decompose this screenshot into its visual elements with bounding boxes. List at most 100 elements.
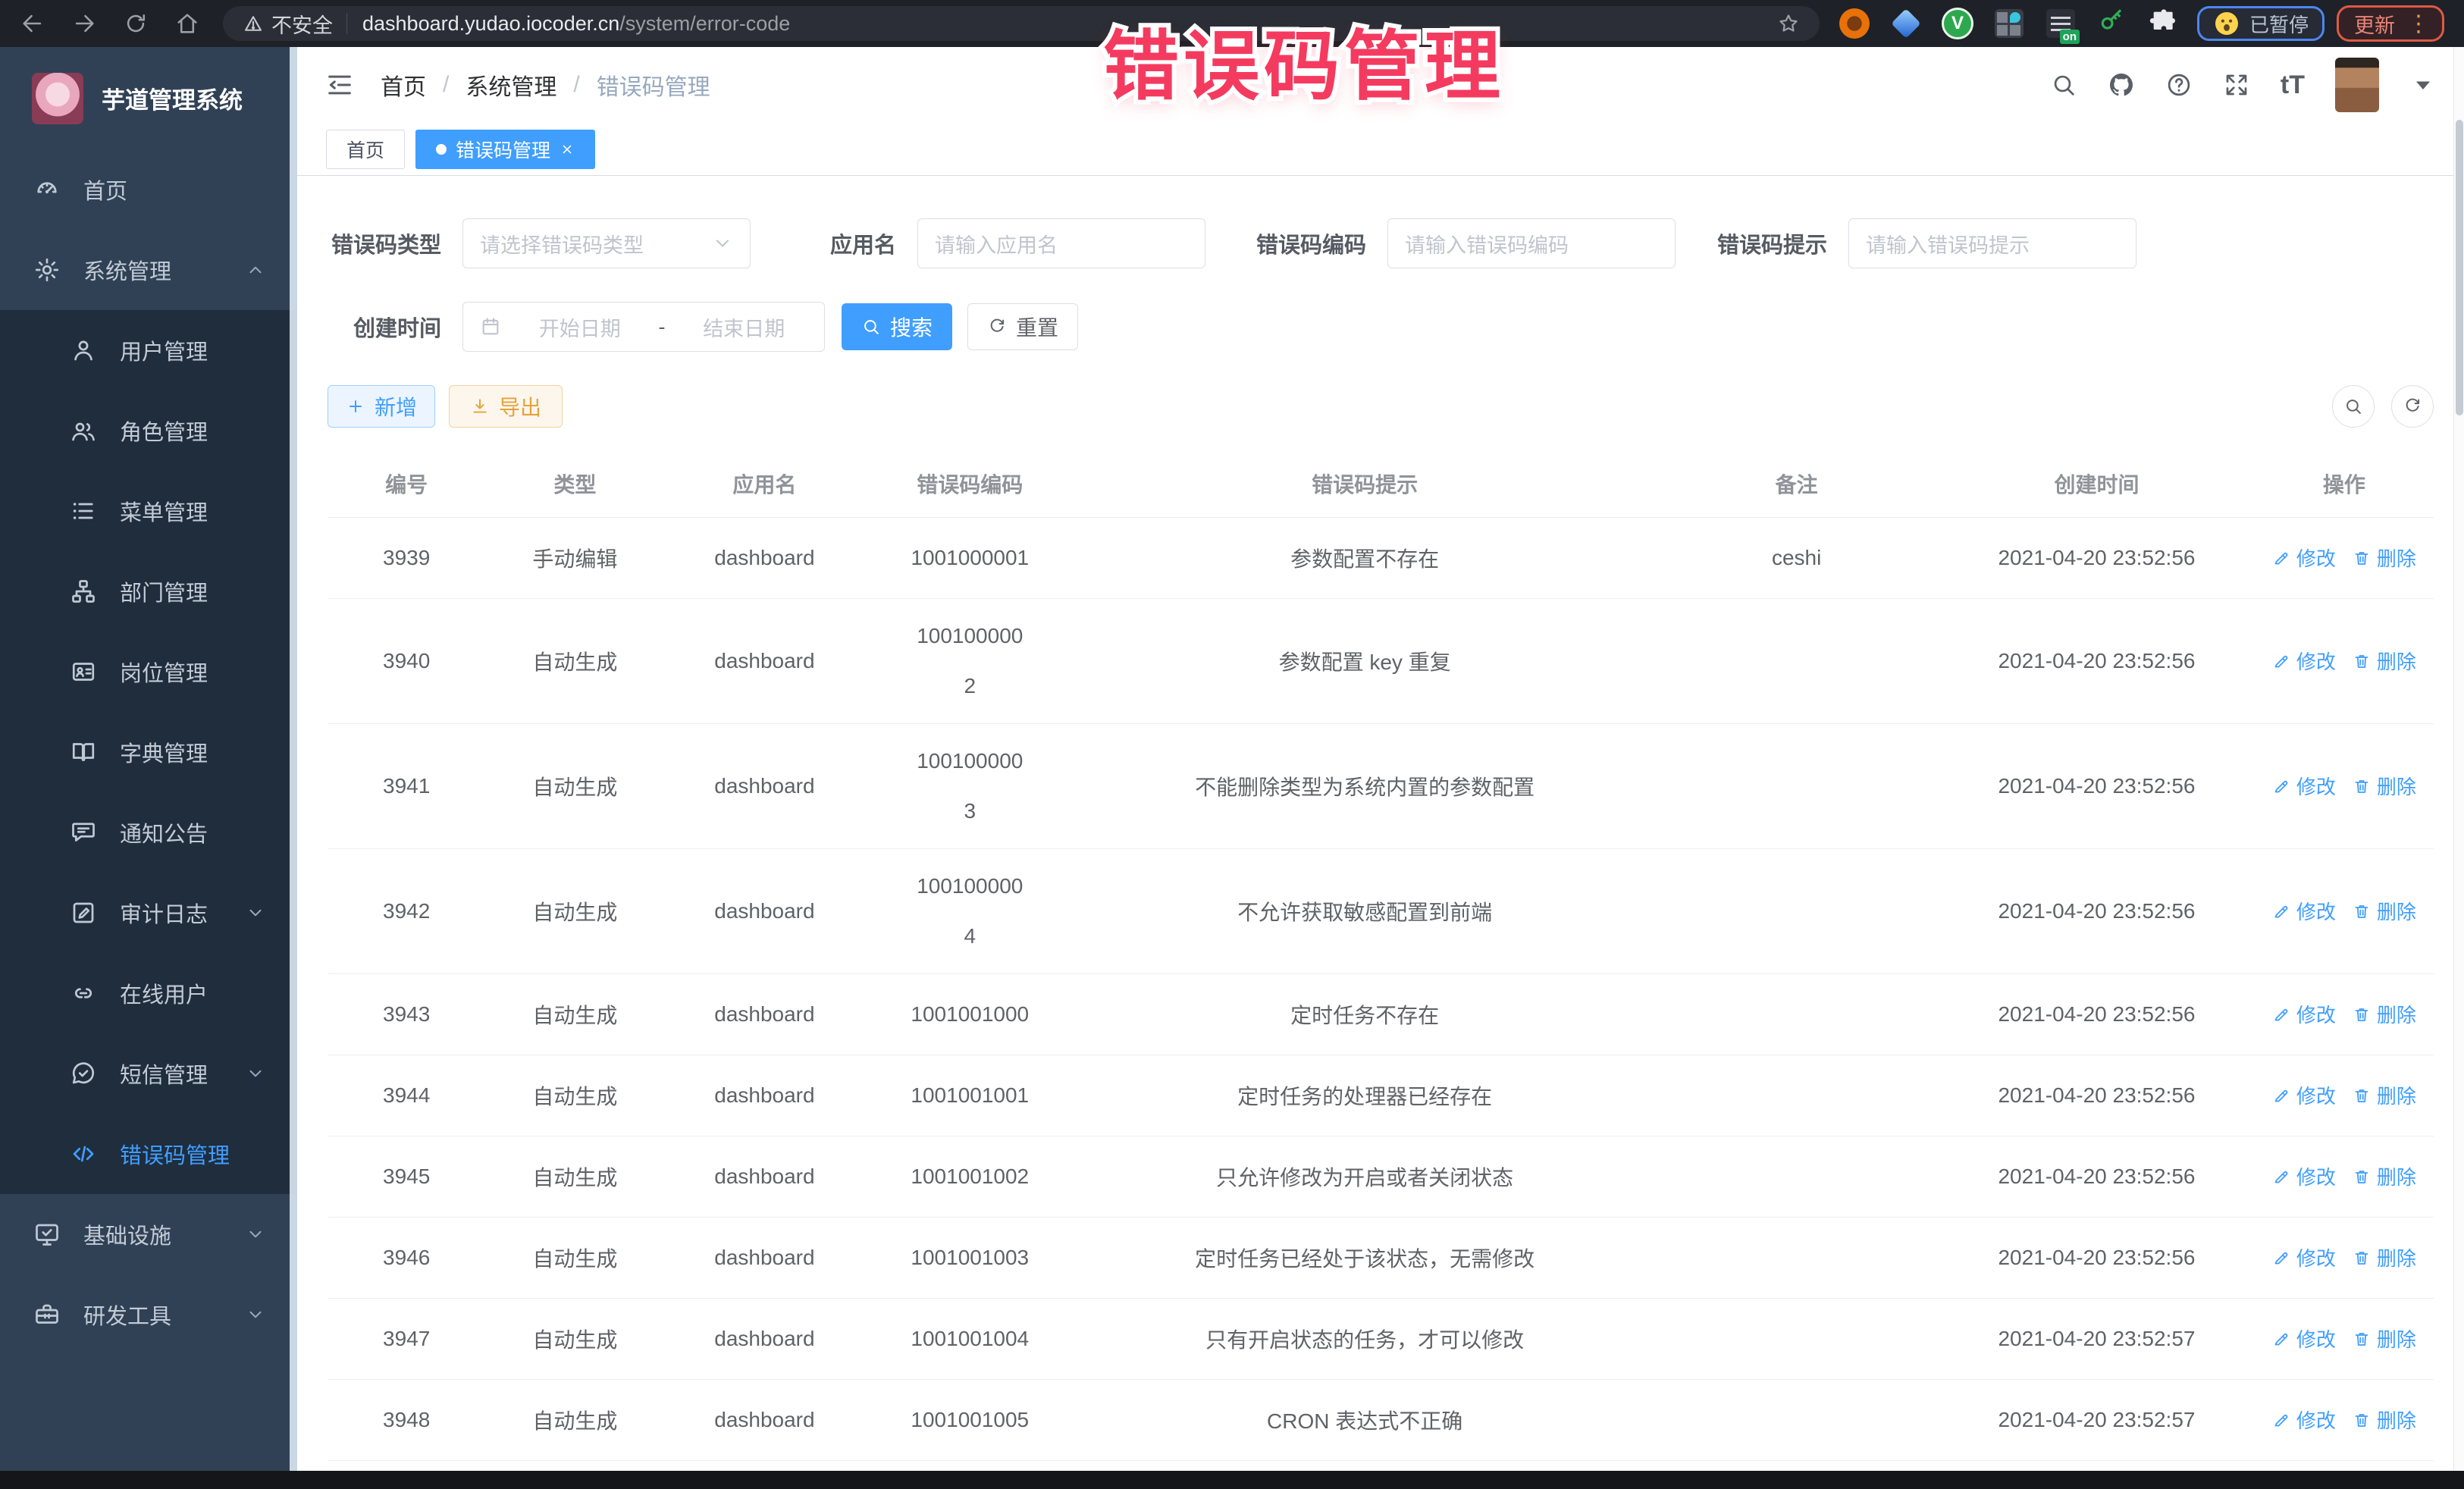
delete-link[interactable]: 删除	[2353, 1081, 2416, 1109]
edit-link[interactable]: 修改	[2272, 1081, 2336, 1109]
delete-link[interactable]: 删除	[2353, 897, 2416, 925]
help-icon[interactable]	[2165, 71, 2193, 99]
sidebar-item-infrastructure[interactable]: 基础设施	[0, 1194, 297, 1274]
back-icon[interactable]	[20, 11, 45, 36]
date-range-picker[interactable]: 开始日期 - 结束日期	[462, 302, 825, 352]
orange-shield-extension[interactable]	[1838, 7, 1871, 40]
browser-update-button[interactable]: 更新 ⋮	[2337, 5, 2444, 42]
browser-menu-icon[interactable]: ⋮	[2407, 11, 2430, 37]
cell-code: 1001001002	[864, 1136, 1075, 1218]
sidebar-item-dev-tools[interactable]: 研发工具	[0, 1274, 297, 1355]
bookmark-star-icon[interactable]	[1777, 12, 1800, 35]
tab-error-code[interactable]: 错误码管理	[415, 130, 595, 169]
grid-extension[interactable]	[1992, 7, 2026, 40]
sidebar-item-dept-management[interactable]: 部门管理	[0, 551, 297, 632]
edit-link[interactable]: 修改	[2272, 1243, 2336, 1271]
sidebar-scrollbar[interactable]	[290, 47, 297, 1471]
delete-link[interactable]: 删除	[2353, 1406, 2416, 1434]
cell-hint: CRON 表达式不正确	[1075, 1380, 1654, 1461]
table-refresh-button[interactable]	[2391, 385, 2434, 428]
table-search-button[interactable]	[2332, 385, 2375, 428]
sidebar-item-menu-management[interactable]: 菜单管理	[0, 471, 297, 551]
cell-app: dashboard	[664, 518, 864, 599]
scrollbar-thumb[interactable]	[2456, 120, 2463, 415]
sidebar-item-system-management[interactable]: 系统管理	[0, 230, 297, 310]
delete-link[interactable]: 删除	[2353, 647, 2416, 675]
sidebar-item-notice-management[interactable]: 通知公告	[0, 792, 297, 873]
edit-link[interactable]: 修改	[2272, 647, 2336, 675]
monitor-check-icon	[33, 1221, 61, 1248]
green-key-extension[interactable]	[2096, 7, 2129, 40]
reload-icon[interactable]	[123, 11, 149, 36]
edit-link[interactable]: 修改	[2272, 772, 2336, 800]
github-icon[interactable]	[2108, 71, 2135, 99]
app-title: 芋道管理系统	[102, 81, 243, 115]
cell-hint: 参数配置不存在	[1075, 518, 1654, 599]
error-code-input[interactable]: 请输入错误码编码	[1387, 218, 1676, 268]
error-hint-input[interactable]: 请输入错误码提示	[1848, 218, 2136, 268]
search-icon[interactable]	[2050, 71, 2077, 99]
forward-icon[interactable]	[71, 11, 97, 36]
paused-extension-pill[interactable]: 已暂停	[2197, 6, 2324, 41]
search-button[interactable]: 搜索	[842, 303, 952, 350]
edit-link[interactable]: 修改	[2272, 1162, 2336, 1190]
app-name-input[interactable]: 请输入应用名	[917, 218, 1205, 268]
delete-link[interactable]: 删除	[2353, 1243, 2416, 1271]
cell-id: 3947	[328, 1299, 485, 1380]
logo[interactable]: 芋道管理系统	[0, 47, 297, 149]
sidebar-item-dict-management[interactable]: 字典管理	[0, 712, 297, 792]
error-type-select[interactable]: 请选择错误码类型	[462, 218, 751, 268]
users-icon	[70, 417, 97, 444]
table-header-row: 编号 类型 应用名 错误码编码 错误码提示 备注 创建时间 操作	[328, 453, 2434, 518]
cell-time: 2021-04-20 23:52:56	[1939, 1055, 2255, 1136]
edit-link[interactable]: 修改	[2272, 1000, 2336, 1028]
sidebar-item-label: 审计日志	[120, 897, 208, 929]
puzzle-extension[interactable]	[2147, 7, 2180, 40]
delete-link[interactable]: 删除	[2353, 772, 2416, 800]
edit-link[interactable]: 修改	[2272, 544, 2336, 572]
page-scrollbar[interactable]	[2453, 47, 2464, 1471]
cell-actions: 修改删除	[2255, 1136, 2434, 1218]
font-size-icon[interactable]: tT	[2281, 71, 2305, 100]
sidebar-item-home[interactable]: 首页	[0, 149, 297, 230]
navbar: 首页 / 系统管理 / 错误码管理 tT	[297, 47, 2464, 123]
edit-link[interactable]: 修改	[2272, 1406, 2336, 1434]
tab-home[interactable]: 首页	[326, 130, 405, 169]
edit-link[interactable]: 修改	[2272, 897, 2336, 925]
sidebar-item-error-code-management[interactable]: 错误码管理	[0, 1114, 297, 1194]
col-type: 类型	[485, 453, 664, 518]
export-button[interactable]: 导出	[449, 385, 563, 428]
sidebar-item-post-management[interactable]: 岗位管理	[0, 632, 297, 712]
sidebar-item-online-users[interactable]: 在线用户	[0, 953, 297, 1033]
list-on-extension[interactable]: on	[2044, 7, 2077, 40]
close-icon[interactable]	[560, 142, 575, 157]
sidebar-item-user-management[interactable]: 用户管理	[0, 310, 297, 390]
address-bar[interactable]: 不安全 dashboard.yudao.iocoder.cn /system/e…	[223, 6, 1820, 41]
delete-link[interactable]: 删除	[2353, 1162, 2416, 1190]
delete-link[interactable]: 删除	[2353, 1000, 2416, 1028]
sidebar-item-role-management[interactable]: 角色管理	[0, 390, 297, 471]
col-time: 创建时间	[1939, 453, 2255, 518]
add-button[interactable]: 新增	[328, 385, 435, 428]
caret-down-icon[interactable]	[2409, 71, 2437, 99]
delete-link[interactable]: 删除	[2353, 1324, 2416, 1353]
home-icon[interactable]	[174, 11, 200, 36]
green-circle-extension[interactable]: V	[1941, 7, 1974, 40]
breadcrumb-system[interactable]: 系统管理	[466, 68, 556, 102]
edit-link[interactable]: 修改	[2272, 1324, 2336, 1353]
breadcrumb-home[interactable]: 首页	[381, 68, 426, 102]
edit-icon	[2272, 1411, 2290, 1429]
blue-gem-extension[interactable]	[1889, 7, 1923, 40]
fullscreen-icon[interactable]	[2223, 71, 2250, 99]
user-avatar[interactable]	[2335, 58, 2379, 112]
delete-link[interactable]: 删除	[2353, 544, 2416, 572]
sidebar-item-label: 在线用户	[120, 977, 208, 1009]
cell-id: 3945	[328, 1136, 485, 1218]
cell-type: 自动生成	[485, 1218, 664, 1299]
sidebar-item-label: 岗位管理	[120, 656, 208, 688]
hamburger-icon[interactable]	[324, 70, 355, 100]
sidebar-item-audit-log[interactable]: 审计日志	[0, 873, 297, 953]
trash-icon	[2353, 1005, 2371, 1023]
reset-button[interactable]: 重置	[967, 303, 1078, 350]
sidebar-item-sms-management[interactable]: 短信管理	[0, 1033, 297, 1114]
